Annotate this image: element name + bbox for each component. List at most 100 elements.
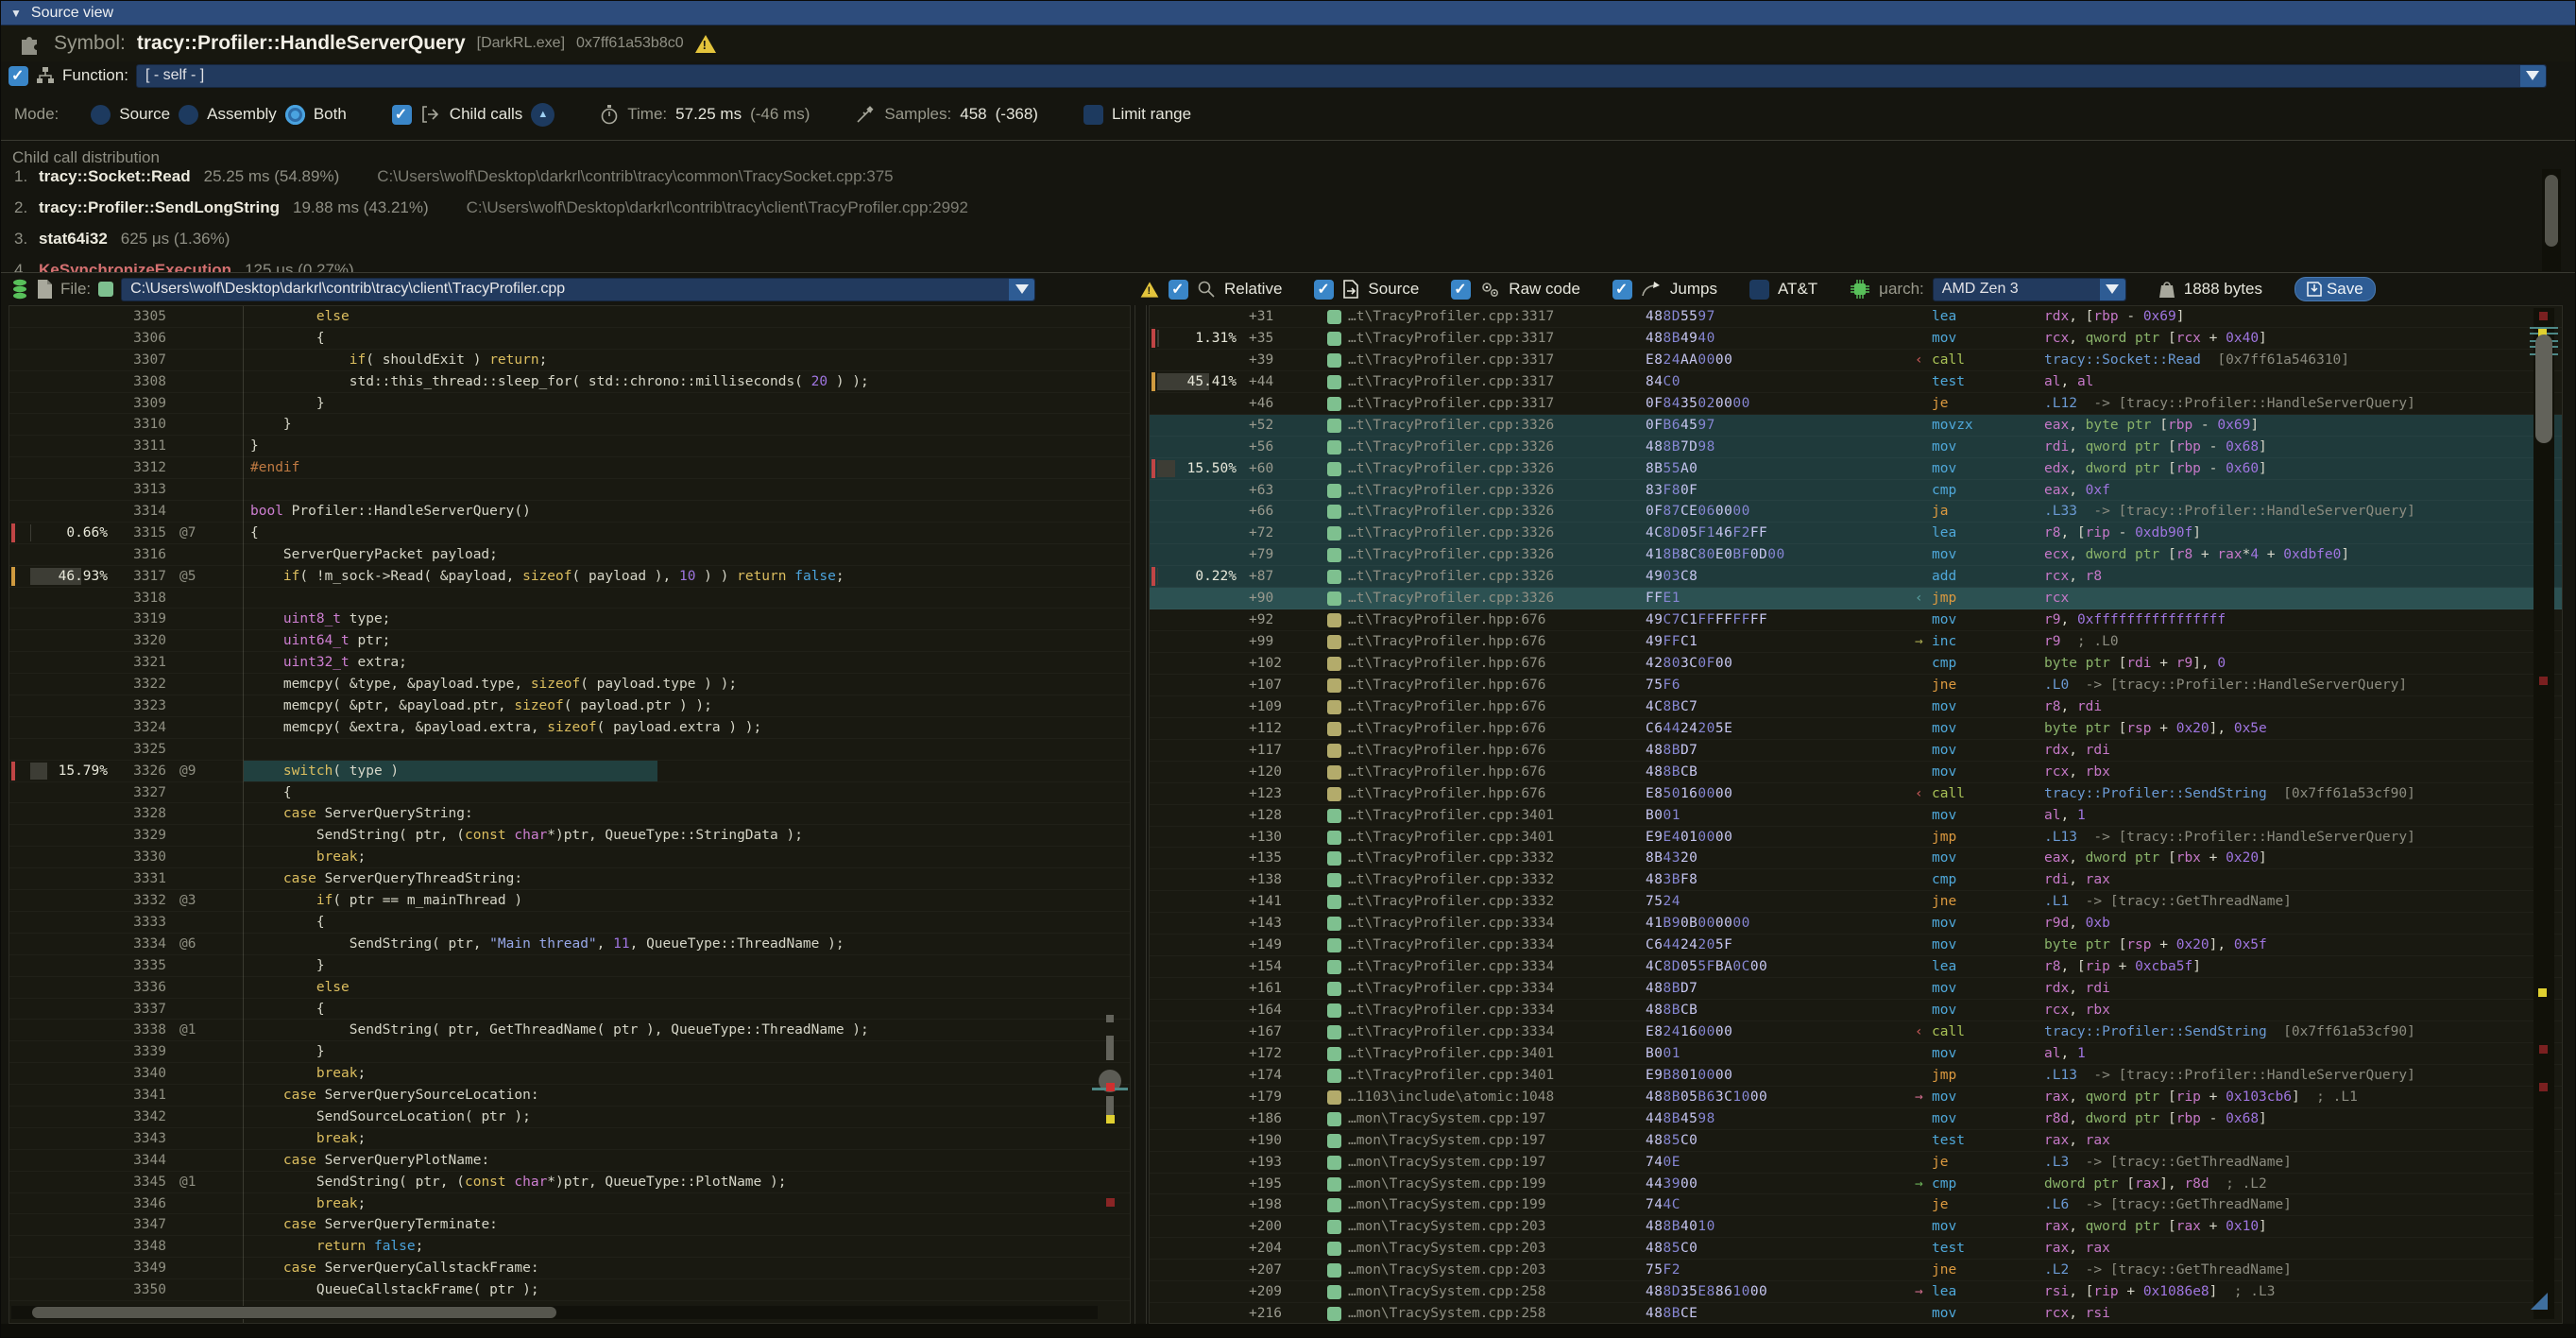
source-line-row[interactable]: 3309 } (9, 393, 1130, 415)
source-checkbox[interactable] (1314, 280, 1334, 300)
file-dropdown-button[interactable] (1009, 279, 1034, 300)
asm-row[interactable]: +172 …t\TracyProfiler.cpp:3401 B001 mov … (1150, 1043, 2562, 1065)
asm-row[interactable]: +198 …mon\TracySystem.cpp:199 744C je .L… (1150, 1194, 2562, 1216)
mode-option-source[interactable]: Source (119, 105, 170, 124)
child-call-row[interactable]: 4. KeSynchronizeExecution 125 μs (0.27%) (1, 261, 2576, 272)
source-line-row[interactable]: 3338 @1 SendString( ptr, GetThreadName( … (9, 1020, 1130, 1041)
source-line-row[interactable]: 3349 case ServerQueryCallstackFrame: (9, 1258, 1130, 1279)
source-line-row[interactable]: 3322 memcpy( &type, &payload.type, sizeo… (9, 674, 1130, 695)
source-line-row[interactable]: 3334 @6 SendString( ptr, "Main thread", … (9, 934, 1130, 955)
asm-row[interactable]: 45.41% +44 …t\TracyProfiler.cpp:3317 84C… (1150, 371, 2562, 393)
asm-row[interactable]: +120 …t\TracyProfiler.hpp:676 488BCB mov… (1150, 762, 2562, 783)
source-line-row[interactable]: 3319 uint8_t type; (9, 609, 1130, 630)
asm-row[interactable]: +72 …t\TracyProfiler.cpp:3326 4C8D05F146… (1150, 523, 2562, 544)
mode-radio-assembly[interactable] (179, 105, 198, 125)
collapse-up-button[interactable]: ▲ (531, 103, 554, 127)
source-line-row[interactable]: 3307 if( shouldExit ) return; (9, 350, 1130, 371)
resize-grip[interactable] (2531, 1293, 2548, 1310)
source-line-row[interactable]: 3347 case ServerQueryTerminate: (9, 1214, 1130, 1236)
asm-row[interactable]: +193 …mon\TracySystem.cpp:197 740E je .L… (1150, 1152, 2562, 1174)
asm-row[interactable]: +66 …t\TracyProfiler.cpp:3326 0F87CE0600… (1150, 501, 2562, 523)
file-select[interactable]: C:\Users\wolf\Desktop\darkrl\contrib\tra… (121, 278, 1035, 301)
asm-row[interactable]: +92 …t\TracyProfiler.hpp:676 49C7C1FFFFF… (1150, 609, 2562, 631)
limit-range-label[interactable]: Limit range (1112, 105, 1191, 124)
assembly-scrollbar[interactable] (2533, 308, 2554, 1319)
asm-row[interactable]: +90 …t\TracyProfiler.cpp:3326 FFE1 ‹jmp … (1150, 588, 2562, 609)
asm-row[interactable]: +123 …t\TracyProfiler.hpp:676 E850160000… (1150, 783, 2562, 805)
collapse-triangle-icon[interactable]: ▼ (10, 7, 22, 20)
function-checkbox[interactable] (9, 66, 28, 86)
limit-range-checkbox[interactable] (1083, 105, 1103, 125)
source-line-row[interactable]: 3312 #endif (9, 457, 1130, 479)
asm-row[interactable]: +200 …mon\TracySystem.cpp:203 488B4010 m… (1150, 1216, 2562, 1238)
asm-row[interactable]: +167 …t\TracyProfiler.cpp:3334 E82416000… (1150, 1021, 2562, 1043)
source-line-row[interactable]: 3337 { (9, 999, 1130, 1021)
child-call-row[interactable]: 1. tracy::Socket::Read 25.25 ms (54.89%)… (1, 167, 2576, 198)
asm-row[interactable]: +99 …t\TracyProfiler.hpp:676 49FFC1 →inc… (1150, 631, 2562, 653)
source-line-row[interactable]: 46.93% 3317 @5 if( !m_sock->Read( &paylo… (9, 566, 1130, 588)
jumps-checkbox[interactable] (1612, 280, 1632, 300)
source-line-row[interactable]: 3330 break; (9, 847, 1130, 868)
child-call-name[interactable]: tracy::Profiler::SendLongString (39, 198, 280, 217)
source-line-row[interactable]: 3311 } (9, 436, 1130, 457)
asm-row[interactable]: +154 …t\TracyProfiler.cpp:3334 4C8D055FB… (1150, 956, 2562, 978)
save-button[interactable]: Save (2295, 277, 2376, 301)
source-line-row[interactable]: 3348 return false; (9, 1236, 1130, 1258)
child-call-row[interactable]: 2. tracy::Profiler::SendLongString 19.88… (1, 198, 2576, 230)
asm-row[interactable]: +204 …mon\TracySystem.cpp:203 4885C0 tes… (1150, 1238, 2562, 1260)
asm-row[interactable]: +174 …t\TracyProfiler.cpp:3401 E9B801000… (1150, 1065, 2562, 1087)
source-line-row[interactable]: 0.66% 3315 @7 { (9, 523, 1130, 544)
assembly-pane[interactable]: +31 …t\TracyProfiler.cpp:3317 488D5597 l… (1149, 305, 2563, 1324)
source-line-row[interactable]: 3306 { (9, 328, 1130, 350)
asm-row[interactable]: +164 …t\TracyProfiler.cpp:3334 488BCB mo… (1150, 1000, 2562, 1021)
source-line-row[interactable]: 3345 @1 SendString( ptr, (const char*)pt… (9, 1172, 1130, 1193)
asm-row[interactable]: 0.22% +87 …t\TracyProfiler.cpp:3326 4903… (1150, 566, 2562, 588)
child-call-row[interactable]: 3. stat64i32 625 μs (1.36%) (1, 230, 2576, 261)
source-line-row[interactable]: 3336 else (9, 977, 1130, 999)
source-line-row[interactable]: 3318 (9, 588, 1130, 609)
asm-row[interactable]: +149 …t\TracyProfiler.cpp:3334 C64424205… (1150, 935, 2562, 956)
source-line-row[interactable]: 3333 { (9, 912, 1130, 934)
source-line-row[interactable]: 3346 break; (9, 1193, 1130, 1215)
march-select[interactable]: AMD Zen 3 (1933, 278, 2126, 301)
march-dropdown-button[interactable] (2100, 279, 2125, 300)
asm-row[interactable]: +46 …t\TracyProfiler.cpp:3317 0F84350200… (1150, 393, 2562, 415)
source-scrollbar-map[interactable] (1098, 306, 1122, 1302)
source-line-row[interactable]: 3308 std::this_thread::sleep_for( std::c… (9, 371, 1130, 393)
asm-row[interactable]: +117 …t\TracyProfiler.hpp:676 488BD7 mov… (1150, 740, 2562, 762)
asm-row[interactable]: +179 …1103\include\atomic:1048 488B05B63… (1150, 1087, 2562, 1108)
source-line-row[interactable]: 3314 bool Profiler::HandleServerQuery() (9, 501, 1130, 523)
source-line-row[interactable]: 3320 uint64_t ptr; (9, 630, 1130, 652)
att-label[interactable]: AT&T (1778, 280, 1817, 299)
asm-row[interactable]: +143 …t\TracyProfiler.cpp:3334 41B90B000… (1150, 913, 2562, 935)
mode-radio-both[interactable] (285, 105, 305, 125)
source-line-row[interactable]: 3316 ServerQueryPacket payload; (9, 544, 1130, 566)
child-call-name[interactable]: tracy::Socket::Read (39, 167, 191, 186)
asm-row[interactable]: +186 …mon\TracySystem.cpp:197 448B4598 m… (1150, 1108, 2562, 1130)
relative-label[interactable]: Relative (1224, 280, 1282, 299)
source-line-row[interactable]: 3321 uint32_t extra; (9, 652, 1130, 674)
source-line-row[interactable]: 3325 (9, 739, 1130, 761)
relative-checkbox[interactable] (1169, 280, 1188, 300)
asm-row[interactable]: +128 …t\TracyProfiler.cpp:3401 B001 mov … (1150, 805, 2562, 827)
child-call-name[interactable]: KeSynchronizeExecution (39, 261, 231, 272)
child-calls-checkbox[interactable] (392, 105, 412, 125)
child-calls-label[interactable]: Child calls (450, 105, 522, 124)
assembly-scroll-thumb[interactable] (2535, 334, 2552, 443)
source-line-row[interactable]: 3331 case ServerQueryThreadString: (9, 868, 1130, 890)
source-line-row[interactable]: 3328 case ServerQueryString: (9, 803, 1130, 825)
source-line-row[interactable]: 3324 memcpy( &extra, &payload.extra, siz… (9, 717, 1130, 739)
mode-option-assembly[interactable]: Assembly (207, 105, 277, 124)
asm-row[interactable]: 15.50% +60 …t\TracyProfiler.cpp:3326 8B5… (1150, 458, 2562, 480)
source-line-row[interactable]: 3341 case ServerQuerySourceLocation: (9, 1085, 1130, 1106)
asm-row[interactable]: +102 …t\TracyProfiler.hpp:676 42803C0F00… (1150, 653, 2562, 675)
asm-row[interactable]: +138 …t\TracyProfiler.cpp:3332 483BF8 cm… (1150, 869, 2562, 891)
source-line-row[interactable]: 3343 break; (9, 1128, 1130, 1150)
asm-row[interactable]: +31 …t\TracyProfiler.cpp:3317 488D5597 l… (1150, 306, 2562, 328)
source-line-row[interactable]: 3329 SendString( ptr, (const char*)ptr, … (9, 825, 1130, 847)
asm-row[interactable]: +195 …mon\TracySystem.cpp:199 443900 →cm… (1150, 1174, 2562, 1195)
source-line-row[interactable]: 3332 @3 if( ptr == m_mainThread ) (9, 890, 1130, 912)
raw-code-label[interactable]: Raw code (1509, 280, 1580, 299)
source-line-row[interactable]: 15.79% 3326 @9 switch( type ) (9, 761, 1130, 782)
asm-row[interactable]: +161 …t\TracyProfiler.cpp:3334 488BD7 mo… (1150, 978, 2562, 1000)
